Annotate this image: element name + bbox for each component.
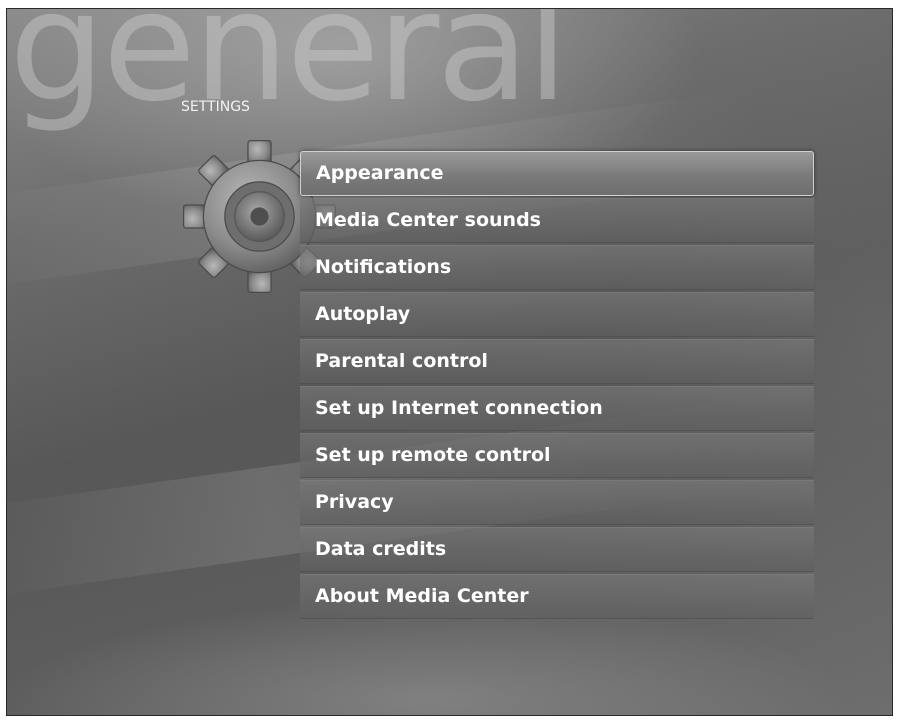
menu-item-label: About Media Center [315, 585, 529, 607]
menu-item-label: Media Center sounds [315, 209, 541, 231]
section-label: SETTINGS [181, 99, 250, 115]
menu-item-label: Parental control [315, 350, 488, 372]
menu-item-internet-connection[interactable]: Set up Internet connection [300, 386, 814, 431]
menu-item-parental-control[interactable]: Parental control [300, 339, 814, 384]
menu-item-privacy[interactable]: Privacy [300, 480, 814, 525]
menu-item-label: Set up remote control [315, 444, 551, 466]
settings-menu: Appearance Media Center sounds Notificat… [300, 151, 814, 621]
background-title: general [9, 8, 569, 135]
menu-item-remote-control[interactable]: Set up remote control [300, 433, 814, 478]
menu-item-appearance[interactable]: Appearance [300, 151, 814, 196]
menu-item-label: Privacy [315, 491, 394, 513]
menu-item-label: Set up Internet connection [315, 397, 603, 419]
menu-item-media-center-sounds[interactable]: Media Center sounds [300, 198, 814, 243]
menu-item-data-credits[interactable]: Data credits [300, 527, 814, 572]
menu-item-label: Appearance [316, 162, 444, 184]
menu-item-label: Notifications [315, 256, 452, 278]
menu-item-notifications[interactable]: Notifications [300, 245, 814, 290]
settings-screen: general SETTINGS Appearance Media Center… [6, 8, 893, 716]
menu-item-about-media-center[interactable]: About Media Center [300, 574, 814, 619]
menu-item-label: Data credits [315, 538, 447, 560]
menu-item-label: Autoplay [315, 303, 411, 325]
menu-item-autoplay[interactable]: Autoplay [300, 292, 814, 337]
